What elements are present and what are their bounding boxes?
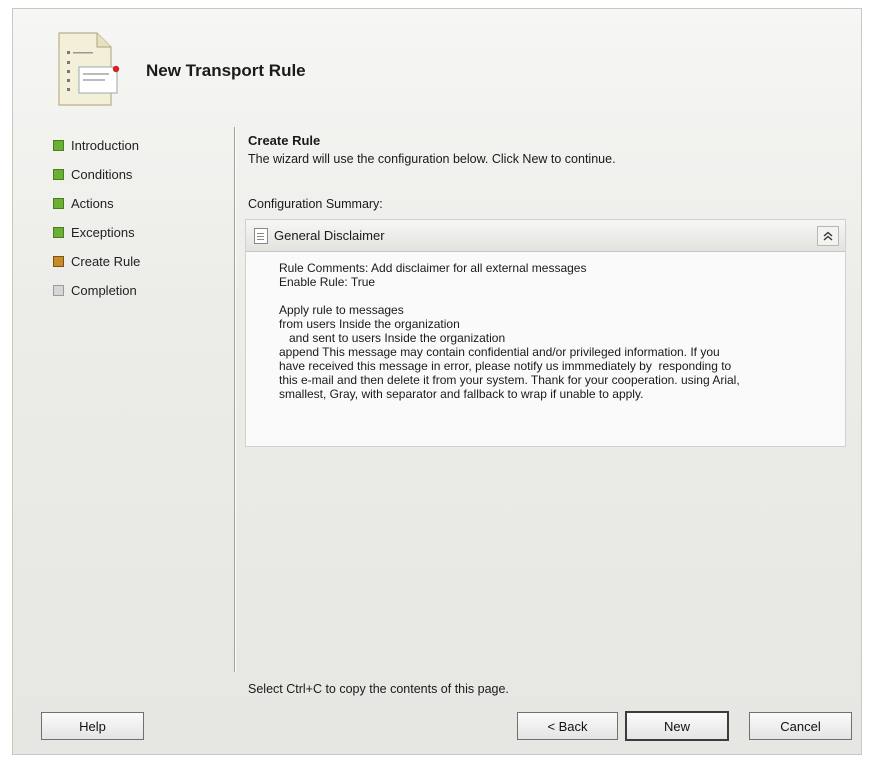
step-label: Create Rule [71, 254, 141, 269]
wizard-document-icon [58, 32, 120, 106]
step-pending-icon [53, 285, 64, 296]
summary-line: Rule Comments: Add disclaimer for all ex… [279, 261, 587, 275]
help-button[interactable]: Help [41, 712, 144, 740]
step-label: Actions [71, 196, 114, 211]
step-label: Completion [71, 283, 137, 298]
wizard-steps: Introduction Conditions Actions Exceptio… [53, 131, 140, 305]
panel-header[interactable]: General Disclaimer [246, 220, 845, 252]
step-create-rule: Create Rule [53, 247, 140, 276]
summary-line: have received this message in error, ple… [279, 359, 732, 373]
document-icon [254, 227, 268, 244]
step-complete-icon [53, 227, 64, 238]
summary-line: Enable Rule: True [279, 275, 376, 289]
wizard-window: New Transport Rule Introduction Conditio… [12, 8, 862, 755]
step-completion: Completion [53, 276, 140, 305]
step-complete-icon [53, 198, 64, 209]
new-button[interactable]: New [625, 711, 729, 741]
copy-hint: Select Ctrl+C to copy the contents of th… [248, 682, 509, 696]
step-complete-icon [53, 169, 64, 180]
summary-body[interactable]: Rule Comments: Add disclaimer for all ex… [246, 252, 845, 401]
step-actions: Actions [53, 189, 140, 218]
intro-text: The wizard will use the configuration be… [248, 152, 616, 166]
chevron-up-double-icon [823, 231, 833, 241]
summary-label: Configuration Summary: [248, 197, 383, 211]
step-exceptions: Exceptions [53, 218, 140, 247]
summary-line: Apply rule to messages [279, 303, 404, 317]
summary-line: from users Inside the organization [279, 317, 460, 331]
summary-line: this e-mail and then delete it from your… [279, 373, 740, 387]
step-current-icon [53, 256, 64, 267]
step-complete-icon [53, 140, 64, 151]
step-label: Conditions [71, 167, 133, 182]
summary-line [279, 289, 845, 303]
cancel-button[interactable]: Cancel [749, 712, 852, 740]
step-label: Exceptions [71, 225, 135, 240]
step-introduction: Introduction [53, 131, 140, 160]
section-title: Create Rule [248, 133, 321, 148]
collapse-button[interactable] [817, 225, 839, 246]
back-button[interactable]: < Back [517, 712, 618, 740]
vertical-divider [234, 127, 236, 672]
step-label: Introduction [71, 138, 139, 153]
summary-line: append This message may contain confiden… [279, 345, 720, 359]
page-title: New Transport Rule [146, 61, 306, 80]
summary-line: smallest, Gray, with separator and fallb… [279, 387, 644, 401]
rule-name: General Disclaimer [274, 228, 385, 243]
configuration-summary-panel: General Disclaimer Rule Comments: Add di… [245, 219, 846, 447]
step-conditions: Conditions [53, 160, 140, 189]
summary-line: and sent to users Inside the organizatio… [279, 331, 506, 345]
